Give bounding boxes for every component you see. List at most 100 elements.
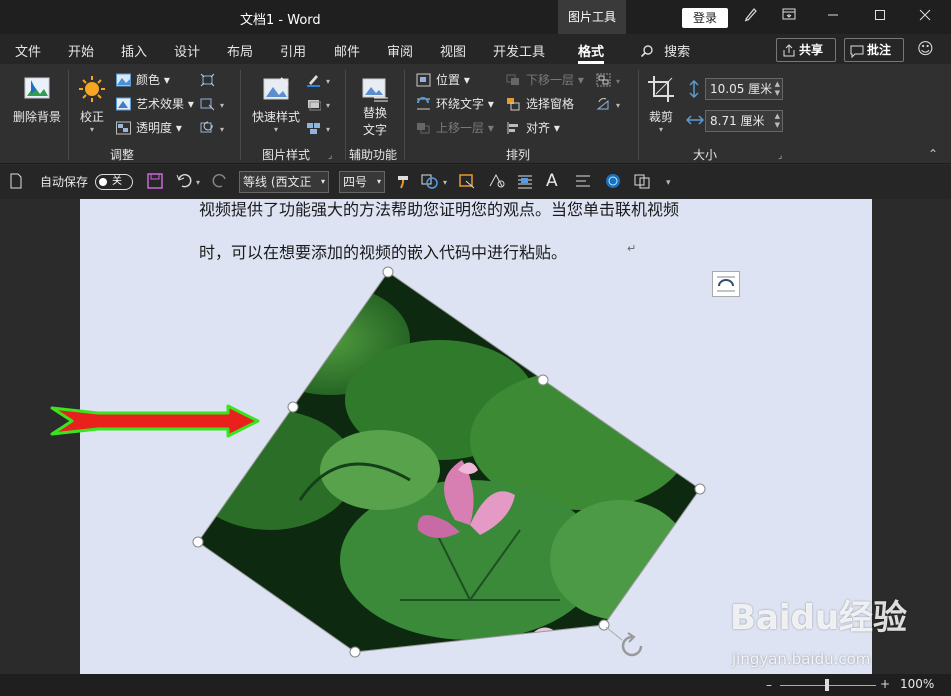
font-a-icon[interactable]: A (546, 172, 558, 190)
autosave-toggle[interactable]: 关 (95, 174, 133, 190)
format-painter-icon[interactable] (396, 173, 414, 191)
width-spinner[interactable]: ▲ ▼ (775, 112, 780, 130)
watermark-url: jingyan.baidu.com (732, 650, 871, 668)
search-box[interactable]: 搜索 (640, 41, 690, 62)
feedback-smiley-icon[interactable]: ☺ (917, 39, 934, 58)
quick-styles-button[interactable]: 快速样式 ▾ (248, 74, 304, 134)
change-picture-button[interactable]: ▾ (200, 94, 224, 114)
transparency-label: 透明度 (136, 121, 173, 135)
alt-text-label-1: 替换 (362, 106, 387, 120)
position-icon (416, 73, 431, 87)
picture-tools-context-tab[interactable]: 图片工具 (558, 0, 626, 34)
align-label: 对齐 (526, 121, 551, 135)
color-label: 颜色 (136, 73, 161, 87)
close-icon[interactable] (914, 6, 936, 28)
undo-dropdown-icon[interactable]: ▾ (196, 174, 200, 192)
redo-icon[interactable] (210, 173, 228, 191)
selection-pane-label: 选择窗格 (526, 97, 575, 111)
shape-height-input[interactable]: 10.05 厘米 ▲ ▼ (705, 78, 783, 100)
bring-forward-button[interactable]: 上移一层 ▾ (416, 118, 494, 138)
maximize-icon[interactable] (869, 6, 891, 28)
picture-styles-dialog-launcher[interactable]: ⌟ (328, 146, 332, 166)
insert-picture-icon[interactable] (458, 173, 476, 191)
crop-button[interactable]: 裁剪 ▾ (644, 74, 678, 134)
zoom-slider-thumb[interactable] (825, 679, 829, 691)
transparency-icon (116, 121, 131, 135)
login-button[interactable]: 登录 (682, 8, 728, 28)
font-name-select[interactable]: 等线 (西文正 ▾ (239, 171, 329, 193)
group-label-arrange: 排列 (506, 148, 531, 162)
rotate-button[interactable]: ▾ (596, 94, 620, 114)
bring-forward-label: 上移一层 (436, 121, 485, 135)
pen-icon[interactable] (740, 6, 762, 28)
customize-qat-icon[interactable]: ▾ (666, 174, 671, 192)
shape-width-input[interactable]: 8.71 厘米 ▲ ▼ (705, 110, 783, 132)
tab-design[interactable]: 设计 (174, 41, 200, 60)
font-name-value: 等线 (西文正 (243, 175, 312, 189)
zoom-out-button[interactable]: – (766, 678, 772, 692)
undo-icon[interactable] (176, 173, 194, 191)
align-button[interactable]: 对齐 ▾ (506, 118, 560, 138)
transparency-button[interactable]: 透明度 ▾ (116, 118, 182, 138)
selection-pane-button[interactable]: 选择窗格 (506, 94, 574, 114)
alt-text-button[interactable]: 替换 文字 (356, 74, 394, 138)
share-button[interactable]: 共享 (776, 38, 836, 62)
tab-layout[interactable]: 布局 (227, 41, 253, 60)
tab-view[interactable]: 视图 (440, 41, 466, 60)
lotus-picture[interactable] (180, 260, 720, 674)
compress-pictures-button[interactable] (200, 70, 220, 90)
zoom-in-button[interactable]: + (880, 677, 890, 691)
font-size-select[interactable]: 四号 ▾ (339, 171, 385, 193)
wrap-text-label: 环绕文字 (436, 97, 485, 111)
tab-developer[interactable]: 开发工具 (493, 41, 545, 60)
tab-insert[interactable]: 插入 (121, 41, 147, 60)
zoom-level[interactable]: 100% (900, 677, 934, 691)
tab-mailings[interactable]: 邮件 (334, 41, 360, 60)
remove-background-button[interactable]: 删除背景 (10, 74, 64, 125)
tab-references[interactable]: 引用 (280, 41, 306, 60)
wrap-text-button[interactable]: 环绕文字 ▾ (416, 94, 494, 114)
position-button[interactable]: 位置 ▾ (416, 70, 470, 90)
rotate-handle-icon[interactable] (621, 632, 643, 657)
picture-effects-button[interactable]: ▾ (306, 94, 330, 114)
height-spinner[interactable]: ▲ ▼ (775, 80, 780, 98)
ribbon-body: 删除背景 校正 ▾ 颜色 ▾ 艺术效果 ▾ 透明度 ▾ ▾ ▾ 调整 快速样式 … (0, 64, 951, 164)
comments-button[interactable]: 批注 (844, 38, 904, 62)
shapes-dropdown-icon[interactable]: ▾ (443, 174, 447, 192)
text-effects-icon[interactable] (488, 173, 506, 191)
corrections-button[interactable]: 校正 ▾ (74, 74, 110, 134)
group-label-size: 大小 (693, 148, 718, 162)
quick-styles-label: 快速样式 (251, 110, 300, 124)
group-objects-button[interactable]: ▾ (596, 70, 620, 90)
share-label: 共享 (799, 43, 824, 57)
picture-layout-button[interactable]: ▾ (306, 118, 330, 138)
send-backward-button[interactable]: 下移一层 ▾ (506, 70, 584, 90)
copy-icon[interactable] (633, 173, 651, 191)
ribbon-display-icon[interactable] (778, 6, 800, 28)
minimize-icon[interactable] (822, 6, 844, 28)
paragraph-icon[interactable] (574, 173, 592, 191)
color-button[interactable]: 颜色 ▾ (116, 70, 170, 90)
save-icon[interactable] (147, 173, 163, 191)
reset-picture-button[interactable]: ▾ (200, 118, 224, 138)
size-dialog-launcher[interactable]: ⌟ (778, 146, 782, 166)
remove-background-icon (24, 77, 50, 99)
color-icon (116, 73, 131, 87)
send-backward-label: 下移一层 (526, 73, 575, 87)
new-document-icon[interactable] (10, 173, 22, 191)
tab-home[interactable]: 开始 (68, 41, 94, 60)
tab-file[interactable]: 文件 (15, 41, 41, 60)
tab-format[interactable]: 格式 (578, 41, 604, 60)
baidu-watermark: Baidu经验 (730, 598, 908, 638)
picture-border-button[interactable]: ▾ (306, 70, 330, 90)
group-label-picture-styles: 图片样式 (262, 148, 311, 162)
collapse-ribbon-icon[interactable]: ⌃ (928, 144, 938, 164)
globe-icon[interactable] (604, 173, 622, 191)
text-box-icon[interactable] (516, 173, 534, 191)
effects-icon (308, 100, 321, 111)
artistic-effects-button[interactable]: 艺术效果 ▾ (116, 94, 194, 114)
shapes-icon[interactable] (421, 173, 441, 191)
width-icon (686, 115, 704, 125)
tab-review[interactable]: 审阅 (387, 41, 413, 60)
position-label: 位置 (436, 73, 461, 87)
